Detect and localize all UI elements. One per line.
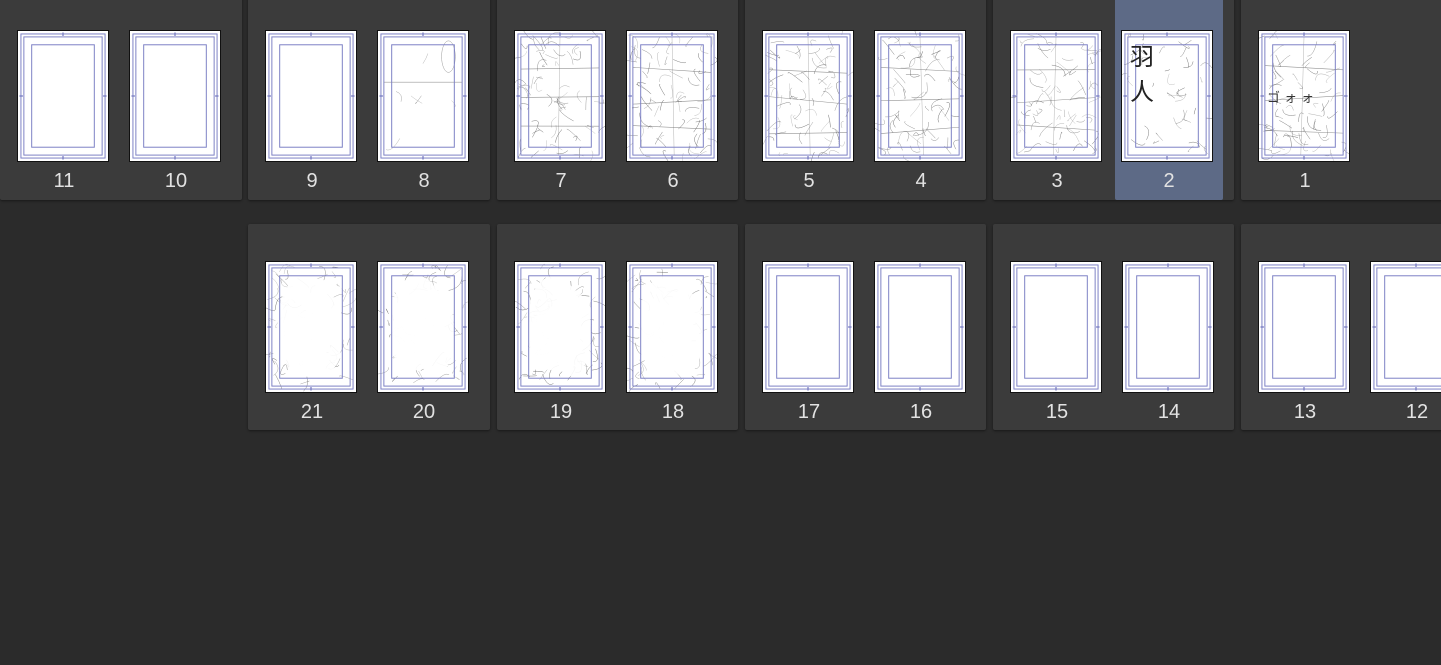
spread-1: ゴォォ 1 bbox=[1241, 0, 1441, 200]
page-thumbnail-1[interactable]: ゴォォ bbox=[1258, 30, 1350, 162]
page-thumbnail-5[interactable] bbox=[762, 30, 854, 162]
page-thumbnail-17[interactable] bbox=[762, 261, 854, 393]
spread-3-2: 3 羽 人 2 bbox=[993, 0, 1234, 200]
spread-7-6: 7 6 bbox=[497, 0, 738, 200]
page-guide-frame bbox=[627, 263, 717, 392]
page-thumbnail-4[interactable] bbox=[874, 30, 966, 162]
page-slot-8[interactable]: 8 bbox=[368, 0, 480, 200]
page-number-label: 6 bbox=[667, 170, 679, 192]
page-thumbnail-10[interactable] bbox=[129, 30, 221, 162]
page-number-label: 13 bbox=[1293, 401, 1317, 423]
page-guide-frame bbox=[763, 31, 853, 161]
page-thumbnail-9[interactable] bbox=[265, 30, 357, 162]
page-slot-16[interactable]: 16 bbox=[865, 224, 977, 430]
page-thumbnail-13[interactable] bbox=[1258, 261, 1350, 393]
page-slot-6[interactable]: 6 bbox=[617, 0, 729, 200]
page-number-label: 16 bbox=[909, 401, 933, 423]
page-slot-15[interactable]: 15 bbox=[1001, 224, 1113, 430]
page-guide-frame bbox=[515, 31, 605, 161]
page-number-label: 15 bbox=[1045, 401, 1069, 423]
spread-11-10: 11 10 bbox=[0, 0, 242, 200]
page-number-label: 17 bbox=[797, 401, 821, 423]
page-guide-frame bbox=[876, 263, 964, 391]
page-thumbnail-20[interactable] bbox=[377, 261, 469, 393]
page-thumbnail-16[interactable] bbox=[874, 261, 966, 393]
title-glyphs: 羽 人 bbox=[1130, 43, 1164, 106]
page-guide-frame bbox=[1124, 263, 1212, 391]
page-slot-19[interactable]: 19 bbox=[505, 224, 617, 430]
page-number-label: 10 bbox=[164, 170, 188, 192]
page-guide-frame bbox=[627, 32, 717, 161]
page-guide-frame bbox=[267, 32, 355, 160]
page-number-label: 1 bbox=[1299, 170, 1311, 192]
page-thumbnail-18[interactable] bbox=[626, 261, 718, 393]
page-guide-frame bbox=[1372, 263, 1441, 391]
spread-9-8: 9 8 bbox=[248, 0, 490, 200]
page-number-label: 9 bbox=[306, 170, 318, 192]
page-thumbnail-14[interactable] bbox=[1122, 261, 1214, 393]
page-guide-frame bbox=[1260, 263, 1348, 391]
page-number-label: 19 bbox=[549, 401, 573, 423]
page-slot-1[interactable]: ゴォォ 1 bbox=[1249, 0, 1361, 200]
page-slot-2-selected[interactable]: 羽 人 2 bbox=[1115, 0, 1223, 200]
page-guide-frame bbox=[515, 263, 605, 391]
page-number-label: 4 bbox=[915, 170, 927, 192]
page-number-label: 7 bbox=[555, 170, 567, 192]
page-guide-frame bbox=[764, 263, 852, 391]
page-slot-13[interactable]: 13 bbox=[1249, 224, 1361, 430]
page-guide-frame bbox=[1011, 32, 1101, 160]
page-thumbnail-3[interactable] bbox=[1010, 30, 1102, 162]
spread-21-20: 21 20 bbox=[248, 224, 490, 430]
page-guide-frame bbox=[378, 263, 468, 391]
page-slot-12[interactable]: 12 bbox=[1361, 224, 1441, 430]
page-slot-17[interactable]: 17 bbox=[753, 224, 865, 430]
spread-19-18: 19 18 bbox=[497, 224, 738, 430]
page-thumbnail-7[interactable] bbox=[514, 30, 606, 162]
page-slot-3[interactable]: 3 bbox=[1001, 0, 1113, 200]
page-slot-9[interactable]: 9 bbox=[256, 0, 368, 200]
spread-17-16: 17 16 bbox=[745, 224, 986, 430]
page-number-label: 2 bbox=[1163, 170, 1175, 192]
page-number-label: 21 bbox=[300, 401, 324, 423]
page-thumbnail-6[interactable] bbox=[626, 30, 718, 162]
page-manager-viewport[interactable]: 11 10 9 8 7 6 5 4 3 羽 人 2 ゴォォ 1 21 20 19… bbox=[0, 0, 1441, 665]
page-guide-frame bbox=[1012, 263, 1100, 391]
page-thumbnail-2[interactable]: 羽 人 bbox=[1121, 30, 1213, 162]
page-slot-11[interactable]: 11 bbox=[8, 0, 120, 200]
page-thumbnail-21[interactable] bbox=[265, 261, 357, 393]
page-thumbnail-8[interactable] bbox=[377, 30, 469, 162]
page-thumbnail-11[interactable] bbox=[17, 30, 109, 162]
spread-15-14: 15 14 bbox=[993, 224, 1234, 430]
page-slot-5[interactable]: 5 bbox=[753, 0, 865, 200]
spread-13-12: 13 12 bbox=[1241, 224, 1441, 430]
page-guide-frame bbox=[266, 263, 356, 392]
page-number-label: 20 bbox=[412, 401, 436, 423]
page-number-label: 8 bbox=[418, 170, 430, 192]
page-number-label: 12 bbox=[1405, 401, 1429, 423]
spread-5-4: 5 4 bbox=[745, 0, 986, 200]
page-thumbnail-12[interactable] bbox=[1370, 261, 1441, 393]
page-slot-14[interactable]: 14 bbox=[1113, 224, 1225, 430]
page-slot-21[interactable]: 21 bbox=[256, 224, 368, 430]
page-guide-frame bbox=[875, 31, 965, 161]
page-guide-frame bbox=[379, 32, 467, 160]
page-slot-20[interactable]: 20 bbox=[368, 224, 480, 430]
page-slot-7[interactable]: 7 bbox=[505, 0, 617, 200]
sfx-lettering: ゴォォ bbox=[1267, 91, 1319, 106]
page-number-label: 3 bbox=[1051, 170, 1063, 192]
page-number-label: 5 bbox=[803, 170, 815, 192]
page-guide-frame bbox=[131, 32, 219, 160]
page-number-label: 11 bbox=[53, 170, 75, 192]
page-slot-18[interactable]: 18 bbox=[617, 224, 729, 430]
page-thumbnail-19[interactable] bbox=[514, 261, 606, 393]
page-guide-frame bbox=[19, 32, 107, 160]
page-slot-4[interactable]: 4 bbox=[865, 0, 977, 200]
page-thumbnail-15[interactable] bbox=[1010, 261, 1102, 393]
page-number-label: 18 bbox=[661, 401, 685, 423]
page-number-label: 14 bbox=[1157, 401, 1181, 423]
page-slot-10[interactable]: 10 bbox=[120, 0, 232, 200]
